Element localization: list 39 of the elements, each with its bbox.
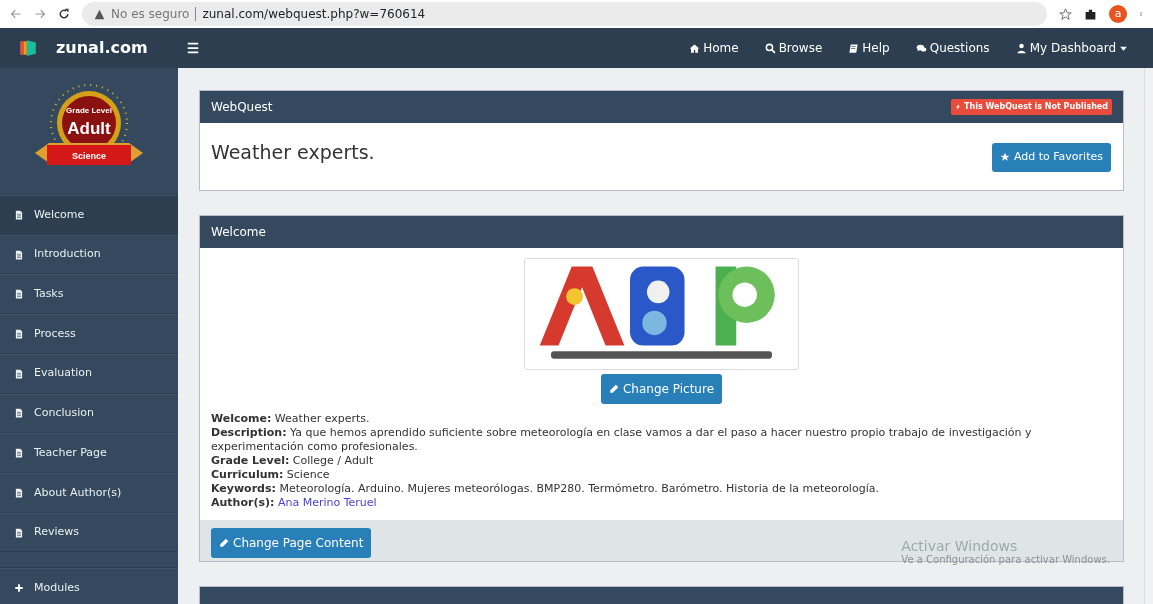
sidebar-item[interactable]: Conclusion [0,393,178,434]
sidebar-item[interactable]: Process [0,314,178,354]
detail-line: Curriculum: Science [211,467,331,482]
sidebar-item[interactable]: About Author(s) [0,472,178,513]
sidebar-item[interactable]: Teacher Page [0,433,178,473]
detail-line: Keywords: Meteorología. Arduino. Mujeres meteorólogas. BMP280. Termómetro. Barómetro. Historia de la meteorología. [211,481,880,496]
sidebar-item[interactable]: Introduction [0,234,178,275]
security-label: No es seguro [111,6,190,23]
sidebar-item[interactable]: Welcome [0,195,178,235]
panel-title: WebQuest [211,99,273,116]
activation-notice-text: Ve a Configuración para activar Windows. [901,554,1110,567]
url-text: zunal.com/webquest.php?w=760614 [202,6,426,23]
sidebar-item[interactable]: Modules [0,568,178,604]
detail-line: Description: Ya que hemos aprendido suficiente sobre meteorología en clase vamos a dar el paso a hacer nuestro propio trabajo de investigación y experimentación como profesionales. [211,425,1033,454]
profile-avatar[interactable]: a [1109,5,1127,23]
nav-link[interactable]: Questions [902,39,1003,57]
sidebar-item[interactable]: Reviews [0,512,178,553]
sidebar-item[interactable]: Evaluation [0,353,178,394]
panel-title: Welcome [211,223,266,241]
site-brand[interactable]: zunal.com [56,36,148,60]
sidebar-item[interactable]: Tasks [0,274,178,315]
status-label: This WebQuest is Not Published [951,99,1112,115]
subject-text: Science [72,151,106,161]
grade-level-text: Adult [67,119,111,138]
address-bar[interactable]: No es seguro zunal.com/webquest.php?w=760614 [82,2,1047,26]
change-picture-button[interactable]: Change Picture [601,373,722,404]
activation-notice-title: Activar Windows [901,537,1019,554]
detail-line: Grade Level: College / Adult [211,453,375,468]
change-page-content-button[interactable]: Change Page Content [211,527,372,558]
nav-link[interactable]: Home [676,39,752,57]
webquest-title: Weather experts. [211,140,375,165]
nav-link[interactable]: Browse [751,39,836,57]
add-to-favorites-button[interactable]: Add to Favorites [991,143,1111,172]
author-link[interactable]: Ana Merino Teruel [277,495,377,509]
field-label: Author(s): [211,495,275,509]
badge-heading: Grade Level [66,106,112,115]
detail-line: Welcome: Weather experts. [211,411,371,426]
nav-link[interactable]: My Dashboard [1002,39,1153,57]
nav-link[interactable]: Help [835,39,903,57]
